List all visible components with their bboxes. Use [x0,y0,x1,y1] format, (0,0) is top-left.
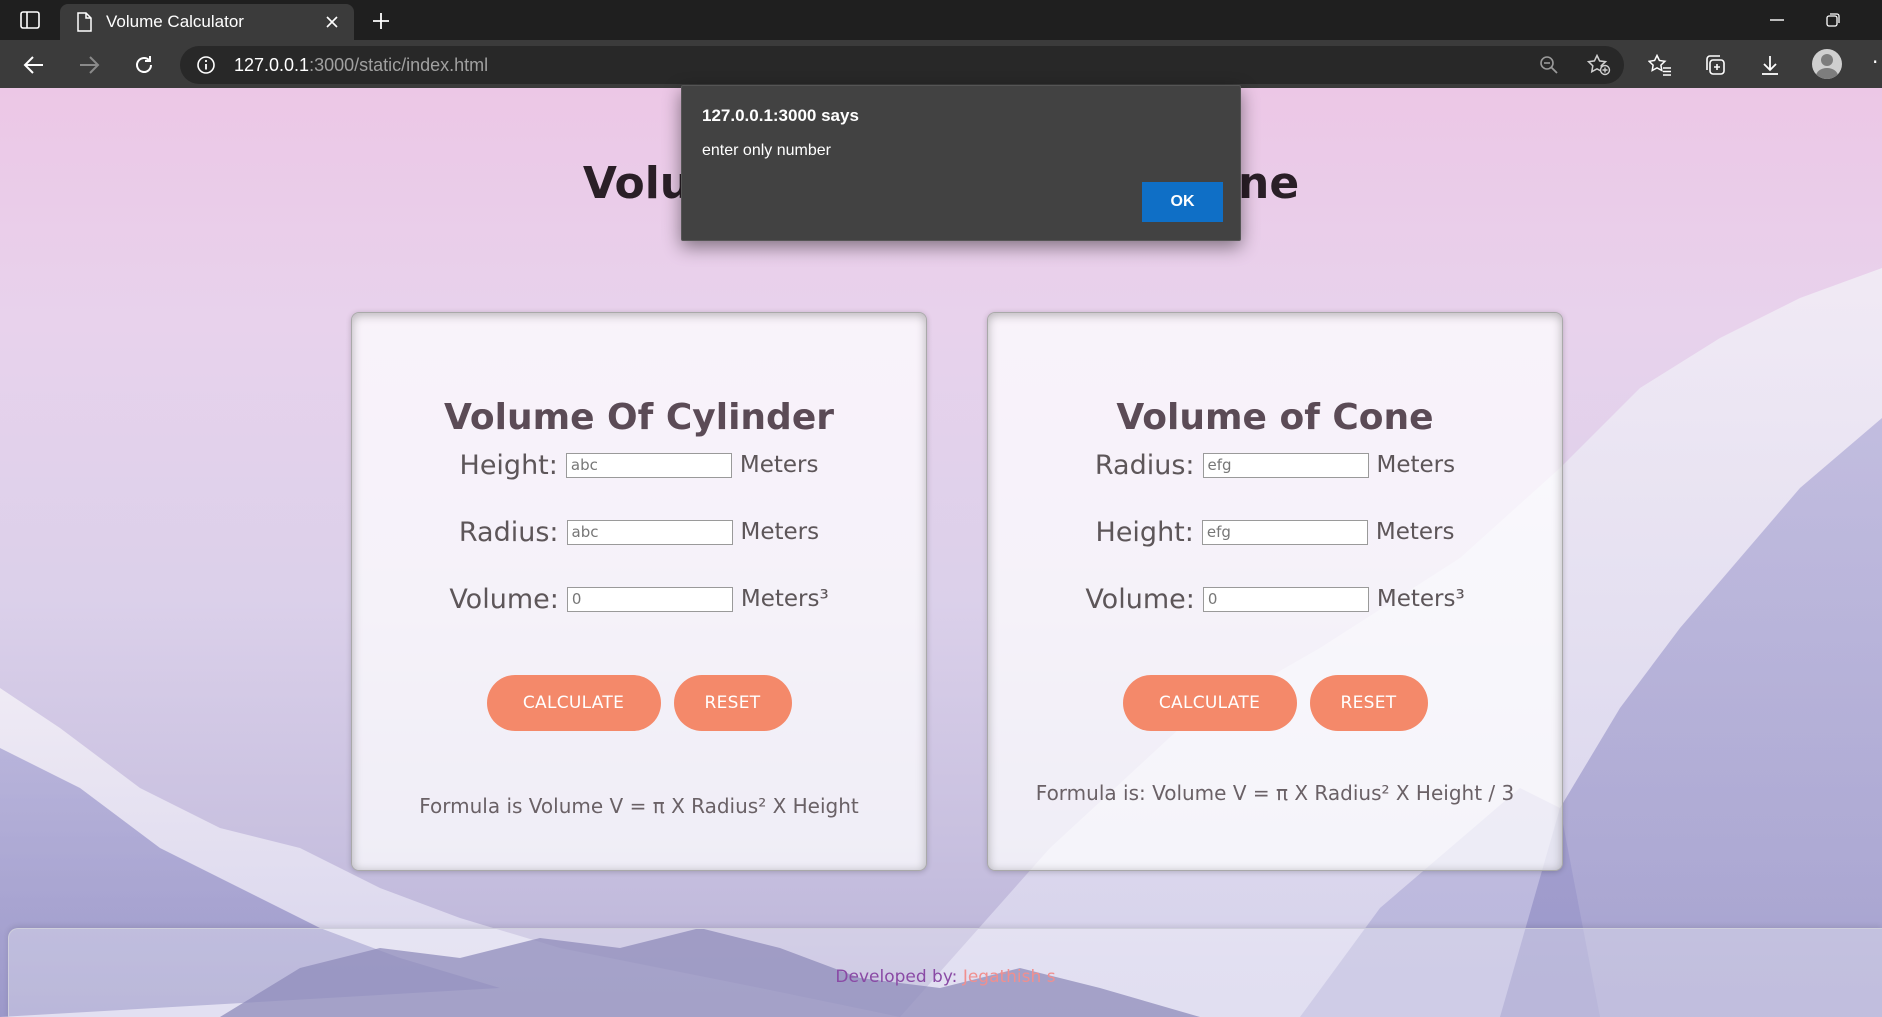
cylinder-height-unit: Meters [739,452,819,478]
cone-volume-unit: Meters³ [1376,586,1465,612]
cone-buttons: CALCULATE RESET [988,675,1562,731]
cylinder-calculate-button[interactable]: CALCULATE [486,675,661,731]
document-icon [74,12,94,32]
cylinder-card: Volume Of Cylinder Height: Meters Radius… [351,312,927,871]
cone-card: Volume of Cone Radius: Meters Height: Me… [987,312,1563,871]
cone-volume-input[interactable] [1202,586,1369,612]
cone-height-input[interactable] [1201,519,1368,545]
cone-volume-label: Volume: [1085,583,1195,615]
cylinder-reset-button[interactable]: RESET [673,675,792,731]
ok-button[interactable]: OK [1142,182,1223,222]
cylinder-volume-unit: Meters³ [740,586,829,612]
tab-title: Volume Calculator [106,12,244,31]
footer-prefix: Developed by: [835,967,963,987]
dialog-title: 127.0.0.1:3000 says [702,106,859,125]
url-host: 127.0.0.1 [234,54,310,75]
cylinder-radius-label: Radius: [458,516,559,548]
plus-icon[interactable] [366,6,396,36]
cone-radius-input[interactable] [1202,452,1369,478]
collections-icon[interactable] [1699,49,1731,81]
cone-height-unit: Meters [1375,519,1455,545]
cylinder-buttons: CALCULATE RESET [352,675,926,731]
info-icon[interactable] [194,53,218,77]
alert-dialog: 127.0.0.1:3000 says enter only number OK [681,85,1241,241]
footer: Developed by: Jegathish s [8,928,1882,1017]
restore-icon[interactable] [1818,6,1848,34]
cylinder-height-row: Height: Meters [352,449,926,481]
cone-reset-button[interactable]: RESET [1309,675,1428,731]
cone-radius-label: Radius: [1094,449,1195,481]
browser-tab-bar: Volume Calculator [0,0,1882,40]
footer-credit: Developed by: Jegathish s [9,967,1882,987]
add-favorite-icon[interactable] [1584,52,1614,78]
minimize-icon[interactable] [1762,6,1792,34]
footer-author: Jegathish s [962,967,1056,987]
cone-height-row: Height: Meters [988,516,1562,548]
cone-heading: Volume of Cone [1116,397,1434,438]
url-path: :3000/static/index.html [309,54,489,75]
forward-icon[interactable] [73,49,105,81]
download-icon[interactable] [1754,49,1786,81]
url-text[interactable]: 127.0.0.1:3000/static/index.html [234,55,488,76]
cylinder-formula: Formula is Volume V = π X Radius² X Heig… [419,794,859,818]
browser-toolbar: 127.0.0.1:3000/static/index.html [0,40,1882,88]
refresh-icon[interactable] [128,49,160,81]
favorites-icon[interactable] [1644,49,1676,81]
cone-formula: Formula is: Volume V = π X Radius² X Hei… [1035,781,1515,805]
close-icon[interactable] [318,8,346,36]
cylinder-volume-label: Volume: [449,583,559,615]
address-bar[interactable]: 127.0.0.1:3000/static/index.html [180,46,1624,84]
cone-calculate-button[interactable]: CALCULATE [1122,675,1297,731]
cone-radius-row: Radius: Meters [988,449,1562,481]
cylinder-volume-row: Volume: Meters³ [352,583,926,615]
back-icon[interactable] [18,49,50,81]
cone-height-label: Height: [1095,516,1194,548]
cone-volume-row: Volume: Meters³ [988,583,1562,615]
browser-tab[interactable]: Volume Calculator [60,4,354,40]
cylinder-height-input[interactable] [565,452,732,478]
cylinder-height-label: Height: [459,449,558,481]
more-icon[interactable]: · [1872,50,1878,74]
cylinder-volume-input[interactable] [566,586,733,612]
profile-icon[interactable] [1812,49,1842,79]
cylinder-radius-row: Radius: Meters [352,516,926,548]
dialog-message: enter only number [702,142,831,159]
cylinder-radius-input[interactable] [566,519,733,545]
cylinder-radius-unit: Meters [740,519,820,545]
cone-radius-unit: Meters [1376,452,1456,478]
zoom-out-icon[interactable] [1536,52,1562,78]
cylinder-heading: Volume Of Cylinder [444,397,834,438]
tab-actions-icon[interactable] [16,7,44,33]
